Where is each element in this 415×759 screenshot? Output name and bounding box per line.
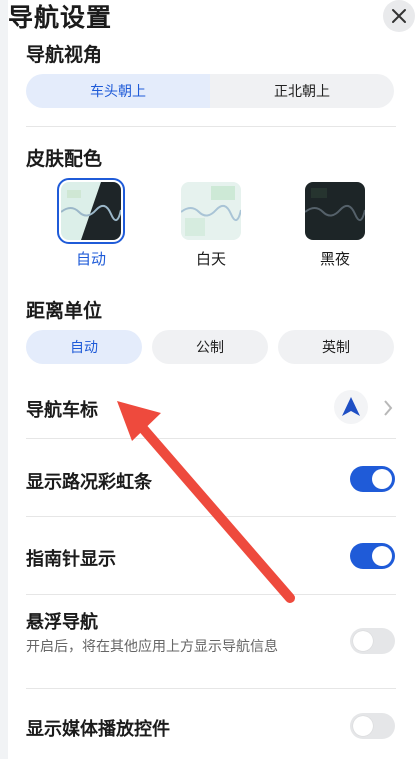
annotation-arrow-shaft xyxy=(135,420,295,603)
annotation-arrow xyxy=(117,401,295,603)
